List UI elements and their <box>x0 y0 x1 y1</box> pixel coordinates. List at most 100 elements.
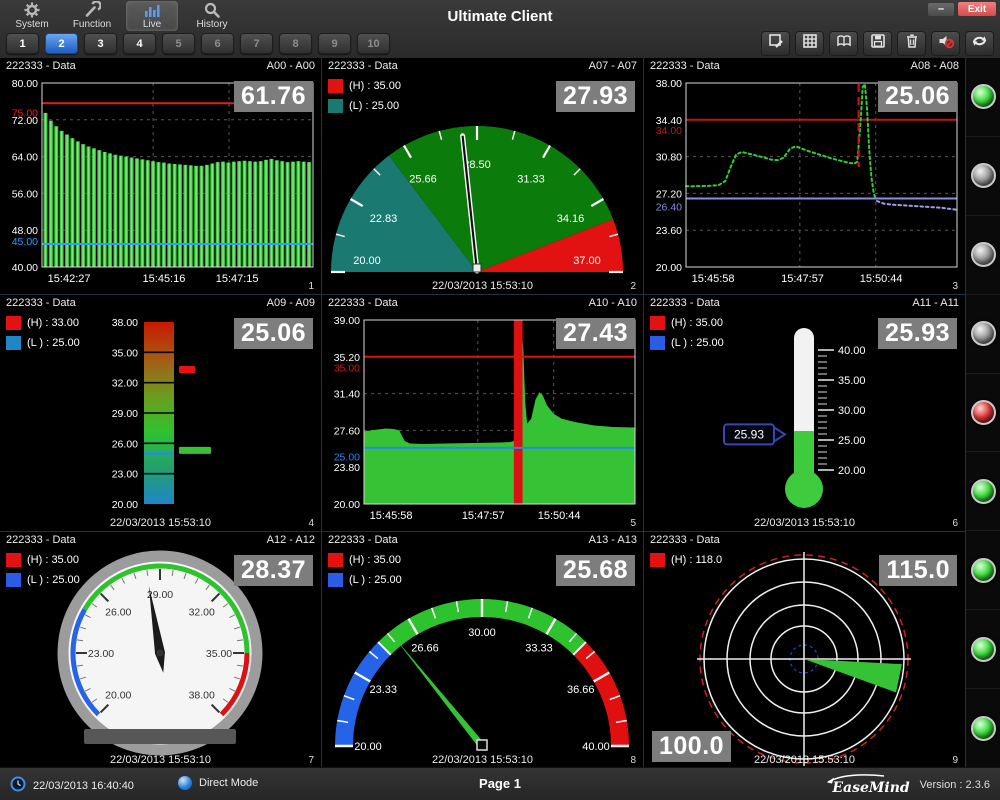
page-tab-8[interactable]: 8 <box>279 33 312 54</box>
svg-text:35.00: 35.00 <box>334 362 360 374</box>
page-tab-5[interactable]: 5 <box>162 33 195 54</box>
led-indicator-8[interactable] <box>966 610 1000 689</box>
mute-button[interactable] <box>931 31 960 56</box>
svg-text:26.00: 26.00 <box>105 606 131 618</box>
page-tab-6[interactable]: 6 <box>201 33 234 54</box>
svg-text:23.00: 23.00 <box>88 648 114 660</box>
led-indicator-2[interactable] <box>966 137 1000 216</box>
legend: (H) : 35.00 (L ) : 25.00 <box>650 316 724 350</box>
led-lamp <box>971 84 996 109</box>
top-bar: System Function Live History U <box>0 0 1000 58</box>
page-tab-4[interactable]: 4 <box>123 33 156 54</box>
panel-channel: A10 - A10 <box>589 297 637 313</box>
exit-button[interactable]: Exit <box>958 2 996 16</box>
panel-a00[interactable]: 222333 - DataA00 - A00 80.0072.0064.0056… <box>0 58 321 294</box>
svg-text:20.00: 20.00 <box>354 741 382 753</box>
panel-title: 222333 - Data <box>328 534 398 550</box>
led-indicator-6[interactable] <box>966 452 1000 531</box>
panel-channel: A12 - A12 <box>267 534 315 550</box>
value-display: 61.76 <box>234 81 313 112</box>
svg-text:20.00: 20.00 <box>105 690 131 702</box>
panel-number: 8 <box>630 755 636 766</box>
timestamp: 22/03/2013 15:53:10 <box>0 754 321 766</box>
panel-a10[interactable]: 222333 - DataA10 - A10 39.0035.2031.4027… <box>322 295 643 531</box>
save-button[interactable] <box>863 31 892 56</box>
svg-text:27.60: 27.60 <box>334 425 360 437</box>
led-indicator-1[interactable] <box>966 58 1000 137</box>
svg-text:40.00: 40.00 <box>12 262 38 274</box>
led-lamp <box>971 242 996 267</box>
svg-text:31.40: 31.40 <box>334 389 360 401</box>
value-display: 27.43 <box>556 318 635 349</box>
led-indicator-9[interactable] <box>966 689 1000 768</box>
svg-text:20.00: 20.00 <box>334 499 360 511</box>
panel-a13[interactable]: 222333 - DataA13 - A13 20.0023.3326.6630… <box>322 532 643 768</box>
panel-a09[interactable]: 222333 - DataA09 - A09 38.0035.0032.0029… <box>0 295 321 531</box>
value-display: 25.68 <box>556 555 635 586</box>
page-tab-1[interactable]: 1 <box>6 33 39 54</box>
delete-button[interactable] <box>897 31 926 56</box>
page-tab-3[interactable]: 3 <box>84 33 117 54</box>
svg-text:15:42:27: 15:42:27 <box>48 273 91 285</box>
led-lamp <box>971 479 996 504</box>
refresh-arrows-icon <box>971 33 988 54</box>
svg-text:33.33: 33.33 <box>525 642 553 654</box>
panel-a12[interactable]: 222333 - DataA12 - A12 20.0023.0026.0029… <box>0 532 321 768</box>
svg-text:37.00: 37.00 <box>573 255 601 267</box>
legend-high-swatch <box>328 79 343 93</box>
legend-low-swatch <box>328 573 343 587</box>
legend-high-swatch <box>650 553 665 567</box>
svg-text:31.33: 31.33 <box>517 173 545 185</box>
svg-text:20.00: 20.00 <box>656 262 682 274</box>
svg-text:15:50:44: 15:50:44 <box>860 273 903 285</box>
panel-a08[interactable]: 222333 - DataA08 - A08 38.0034.4030.8027… <box>644 58 965 294</box>
svg-text:30.00: 30.00 <box>838 405 866 417</box>
svg-text:26.00: 26.00 <box>112 438 138 450</box>
timestamp: 22/03/2013 15:53:10 <box>0 517 321 529</box>
svg-text:15:45:16: 15:45:16 <box>143 273 186 285</box>
panel-a11[interactable]: 222333 - DataA11 - A11 40.0035.0030.0025… <box>644 295 965 531</box>
legend-low-swatch <box>650 336 665 350</box>
page-tab-10[interactable]: 10 <box>357 33 390 54</box>
panel-channel: A13 - A13 <box>589 534 637 550</box>
svg-text:27.20: 27.20 <box>656 188 682 200</box>
panel-number: 3 <box>952 281 958 292</box>
grid-view-button[interactable] <box>795 31 824 56</box>
legend-low-swatch <box>328 99 343 113</box>
page-tab-7[interactable]: 7 <box>240 33 273 54</box>
led-indicator-7[interactable] <box>966 531 1000 610</box>
edit-layout-button[interactable] <box>761 31 790 56</box>
svg-text:34.00: 34.00 <box>656 125 682 137</box>
led-indicator-5[interactable] <box>966 374 1000 453</box>
ultimate-client-window: System Function Live History U <box>0 0 1000 800</box>
minimize-button[interactable]: – <box>928 3 954 16</box>
led-indicator-3[interactable] <box>966 216 1000 295</box>
value-display: 27.93 <box>556 81 635 112</box>
page-tab-2[interactable]: 2 <box>45 33 78 54</box>
panel-title: 222333 - Data <box>6 534 76 550</box>
panel-number: 2 <box>630 281 636 292</box>
logbook-button[interactable] <box>829 31 858 56</box>
led-lamp <box>971 637 996 662</box>
legend-low-swatch <box>6 573 21 587</box>
page-tab-9[interactable]: 9 <box>318 33 351 54</box>
panel-number: 4 <box>308 518 314 529</box>
svg-text:22.83: 22.83 <box>370 213 398 225</box>
refresh-button[interactable] <box>965 31 994 56</box>
legend-low-swatch <box>6 336 21 350</box>
panel-channel: A09 - A09 <box>267 297 315 313</box>
panel-a07[interactable]: 222333 - DataA07 - A07 20.0022.8325.6628… <box>322 58 643 294</box>
alarm-led-column <box>965 58 1000 768</box>
legend-high-swatch <box>328 553 343 567</box>
svg-text:25.00: 25.00 <box>334 452 360 464</box>
svg-text:15:47:15: 15:47:15 <box>216 273 259 285</box>
led-indicator-4[interactable] <box>966 295 1000 374</box>
panel-number: 9 <box>952 755 958 766</box>
panel-title: 222333 - Data <box>650 297 720 313</box>
svg-text:20.00: 20.00 <box>838 465 866 477</box>
led-lamp <box>971 163 996 188</box>
timestamp: 22/03/2013 15:53:10 <box>322 754 643 766</box>
legend: (H) : 35.00 (L) : 25.00 <box>328 79 401 113</box>
panel-a14-radar[interactable]: 222333 - Data (H) : 118.0 115.0 100.0 22… <box>644 532 965 768</box>
dashboard-grid: 222333 - DataA00 - A00 80.0072.0064.0056… <box>0 58 965 768</box>
